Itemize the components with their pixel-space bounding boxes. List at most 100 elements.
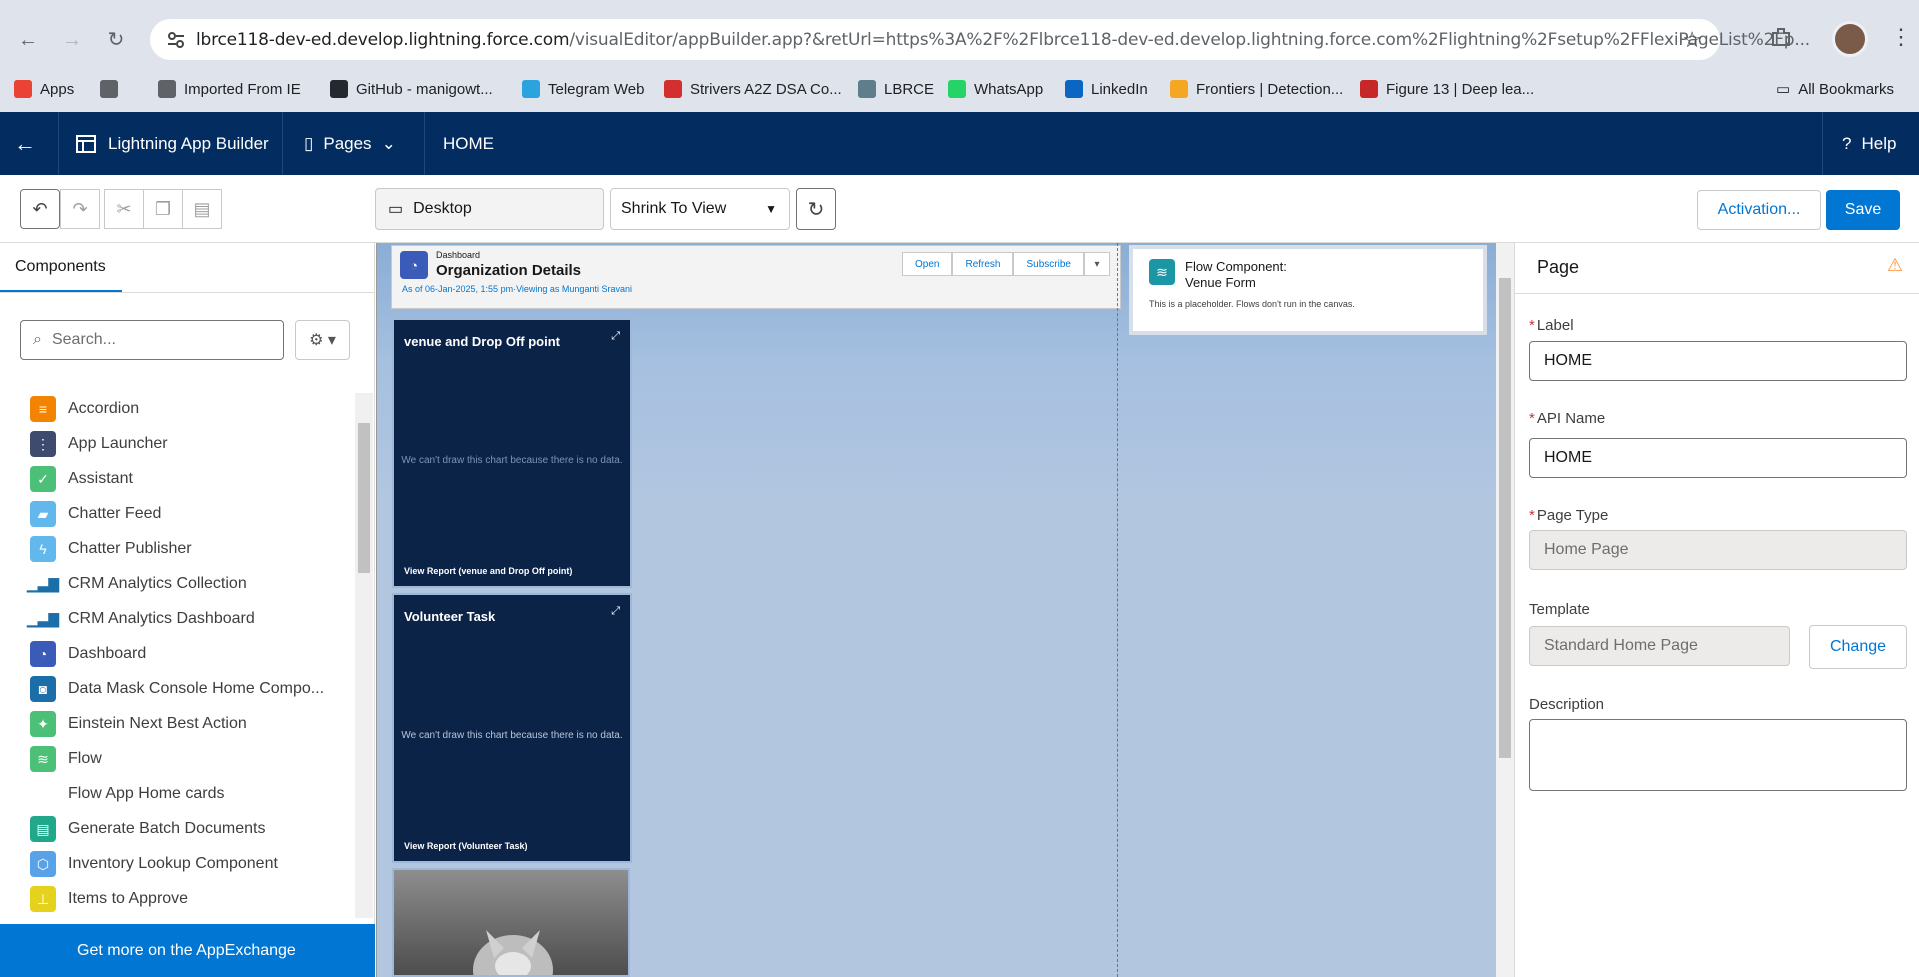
all-bookmarks[interactable]: ▭ All Bookmarks bbox=[1776, 80, 1894, 99]
template-field: Standard Home Page bbox=[1529, 626, 1790, 666]
api-name-field[interactable]: HOME bbox=[1529, 438, 1907, 478]
bookmark-folder-icon[interactable]: Imported From IE bbox=[158, 80, 301, 98]
address-bar[interactable]: lbrce118-dev-ed.develop.lightning.force.… bbox=[150, 19, 1810, 60]
telegram-icon bbox=[522, 80, 540, 98]
builder-toolbar: ↶ ↷ ✂ ❐ ▤ ▭ Desktop Shrink To View ▼ ↻ A… bbox=[0, 175, 1919, 243]
dashboard-more-icon[interactable]: ▾ bbox=[1083, 252, 1110, 276]
component-label: Flow bbox=[68, 750, 102, 767]
component-item[interactable]: ◔ Dashboard bbox=[30, 640, 146, 668]
flow-component[interactable]: ≋ Flow Component: Venue Form This is a p… bbox=[1129, 245, 1487, 335]
bookmark-telegram-icon[interactable]: Telegram Web bbox=[522, 80, 644, 98]
expand-icon[interactable]: ⤢ bbox=[611, 330, 620, 343]
dashboard-refresh-button[interactable]: Refresh bbox=[952, 252, 1014, 276]
extensions-icon[interactable] bbox=[1768, 24, 1794, 50]
bookmark-lbrce-icon[interactable]: LBRCE bbox=[858, 80, 934, 98]
bookmark-whatsapp-icon[interactable]: WhatsApp bbox=[948, 80, 1043, 98]
back-arrow-icon[interactable]: ← bbox=[14, 26, 42, 54]
undo-icon[interactable]: ↶ bbox=[20, 189, 60, 229]
bookmark-tuf-icon[interactable]: Strivers A2Z DSA Co... bbox=[664, 80, 842, 98]
folder-icon bbox=[158, 80, 176, 98]
component-item[interactable]: ⋮⋮⋮ App Launcher bbox=[22, 430, 168, 458]
caret-down-icon: ▼ bbox=[765, 202, 777, 216]
page-type-field: Home Page bbox=[1529, 530, 1907, 570]
chart-title: venue and Drop Off point bbox=[404, 334, 560, 349]
bookmark-linkedin-icon[interactable]: LinkedIn bbox=[1065, 80, 1148, 98]
component-item[interactable]: ≋ Flow bbox=[30, 745, 102, 773]
dashboard-subtitle: As of 06-Jan-2025, 1:55 pm·Viewing as Mu… bbox=[402, 284, 632, 294]
bookmark-label: Telegram Web bbox=[548, 80, 645, 98]
bookmark-github-icon[interactable]: GitHub - manigowt... bbox=[330, 80, 493, 98]
component-item[interactable]: ▰ Chatter Feed bbox=[30, 500, 161, 528]
view-report-link[interactable]: View Report (Volunteer Task) bbox=[404, 841, 528, 851]
paste-icon[interactable]: ▤ bbox=[182, 189, 222, 229]
reload-icon[interactable]: ↻ bbox=[102, 26, 130, 54]
bookmark-label: Imported From IE bbox=[184, 80, 301, 98]
copy-icon[interactable]: ❐ bbox=[143, 189, 183, 229]
bookmark-springer-icon[interactable]: Figure 13 | Deep lea... bbox=[1360, 80, 1534, 98]
chart-venue[interactable]: venue and Drop Off point ⤢ We can't draw… bbox=[392, 318, 632, 588]
device-selector[interactable]: ▭ Desktop bbox=[375, 188, 604, 230]
zoom-select[interactable]: Shrink To View ▼ bbox=[610, 188, 790, 230]
chart-volunteer[interactable]: Volunteer Task ⤢ We can't draw this char… bbox=[392, 593, 632, 863]
activation-button[interactable]: Activation... bbox=[1697, 190, 1821, 230]
component-item[interactable]: ◙ Data Mask Console Home Compo... bbox=[30, 675, 324, 703]
component-item[interactable]: ⊥ Items to Approve bbox=[30, 885, 188, 913]
flow-title-line2: Venue Form bbox=[1185, 275, 1256, 290]
component-item[interactable]: ✓ Assistant bbox=[30, 465, 133, 493]
folder-icon: ▭ bbox=[1776, 81, 1791, 98]
site-info-icon[interactable] bbox=[166, 30, 186, 50]
search-input[interactable]: ⌕ Search... bbox=[20, 320, 284, 360]
appexchange-link[interactable]: Get more on the AppExchange bbox=[0, 924, 375, 977]
back-icon[interactable]: ← bbox=[14, 112, 44, 175]
component-item[interactable]: Flow App Home cards bbox=[30, 780, 225, 808]
scrollbar[interactable] bbox=[355, 393, 373, 918]
flow-title-line1: Flow Component: bbox=[1185, 259, 1287, 274]
dashboard-subscribe-button[interactable]: Subscribe bbox=[1013, 252, 1084, 276]
tab-groups-icon bbox=[100, 80, 118, 98]
component-icon: ϟ bbox=[30, 536, 56, 562]
tab-components[interactable]: Components bbox=[0, 243, 122, 293]
redo-icon[interactable]: ↷ bbox=[60, 189, 100, 229]
page-canvas: ◔ Dashboard Organization Details As of 0… bbox=[376, 243, 1514, 977]
component-item[interactable]: ⬡ Inventory Lookup Component bbox=[30, 850, 278, 878]
flow-title: Flow Component: Venue Form bbox=[1185, 259, 1287, 291]
chart-title: Volunteer Task bbox=[404, 609, 496, 624]
dashboard-open-button[interactable]: Open bbox=[902, 252, 953, 276]
canvas-scrollbar[interactable] bbox=[1496, 243, 1514, 977]
chart-empty-message: We can't draw this chart because there i… bbox=[401, 730, 623, 741]
change-template-button[interactable]: Change bbox=[1809, 625, 1907, 669]
wolf-image bbox=[392, 868, 630, 977]
view-report-link[interactable]: View Report (venue and Drop Off point) bbox=[404, 566, 572, 576]
warning-icon[interactable]: ⚠ bbox=[1887, 255, 1903, 276]
component-item[interactable]: ✦ Einstein Next Best Action bbox=[30, 710, 247, 738]
search-icon: ⌕ bbox=[33, 331, 42, 348]
save-button[interactable]: Save bbox=[1826, 190, 1900, 230]
label-field[interactable]: HOME bbox=[1529, 341, 1907, 381]
help-link[interactable]: ? Help bbox=[1842, 112, 1896, 175]
profile-avatar[interactable] bbox=[1832, 21, 1868, 57]
component-label: Items to Approve bbox=[68, 890, 189, 907]
expand-icon[interactable]: ⤢ bbox=[611, 605, 620, 618]
bookmark-frontiers-icon[interactable]: Frontiers | Detection... bbox=[1170, 80, 1343, 98]
browser-menu-icon[interactable]: ⋮ bbox=[1890, 24, 1912, 50]
refresh-icon[interactable]: ↻ bbox=[796, 188, 836, 230]
settings-gear-icon[interactable]: ⚙ ▾ bbox=[295, 320, 350, 360]
description-textarea[interactable] bbox=[1529, 719, 1907, 791]
bookmark-tab-groups-icon[interactable] bbox=[100, 80, 118, 98]
bookmark-apps-grid-icon[interactable]: Apps bbox=[14, 80, 74, 98]
component-item[interactable]: ▤ Generate Batch Documents bbox=[30, 815, 265, 843]
component-item[interactable]: ≡ Accordion bbox=[30, 395, 139, 423]
dashboard-label: Dashboard bbox=[436, 250, 481, 260]
forward-arrow-icon[interactable]: → bbox=[58, 26, 86, 54]
bookmark-star-icon[interactable]: ☆ bbox=[1682, 27, 1702, 53]
component-item[interactable]: ϟ Chatter Publisher bbox=[30, 535, 192, 563]
dashboard-component[interactable]: ◔ Dashboard Organization Details As of 0… bbox=[391, 245, 1121, 309]
bookmark-label: GitHub - manigowt... bbox=[356, 80, 493, 98]
pages-menu-label: Pages bbox=[323, 133, 372, 153]
cut-icon[interactable]: ✂ bbox=[104, 189, 144, 229]
url-host: lbrce118-dev-ed.develop.lightning.force.… bbox=[196, 30, 570, 50]
help-icon: ? bbox=[1842, 133, 1852, 153]
component-item[interactable]: ▁▃▇ CRM Analytics Collection bbox=[27, 570, 247, 598]
pages-menu[interactable]: ▯ Pages ⌄ bbox=[304, 112, 396, 175]
component-item[interactable]: ▁▃▇ CRM Analytics Dashboard bbox=[27, 605, 255, 633]
